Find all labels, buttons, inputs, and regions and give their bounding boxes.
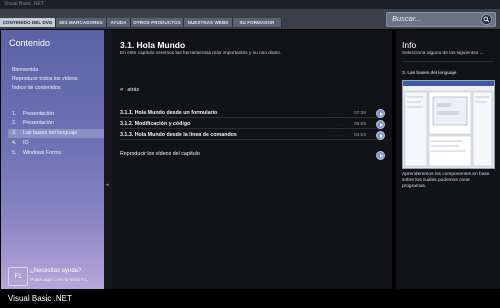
page-description: En este capítulo veremos las herramienta… xyxy=(120,51,282,56)
footer-title: Visual Basic .NET xyxy=(8,294,72,303)
top-navbar: CONTENIDO DEL DVD MIS MARCADORES AYUDA O… xyxy=(0,9,500,29)
tab-otros-productos[interactable]: OTROS PRODUCTOS xyxy=(131,18,184,27)
video-row[interactable]: 3.1.2. Modificación y código ······ 06:0… xyxy=(120,120,385,129)
info-subtitle: Selecciona alguna de las siguientes ... xyxy=(402,51,484,56)
page-title: 3.1. Hola Mundo xyxy=(120,40,186,50)
row-dots: ······ xyxy=(332,111,343,116)
video-duration: 06:05 xyxy=(354,121,367,127)
window-title: Visual Basic .NET xyxy=(4,1,44,7)
help-title[interactable]: ¿Necesitas ayuda? xyxy=(30,268,81,274)
video-duration: 07:38 xyxy=(354,110,367,116)
video-row[interactable]: 3.1.1. Hola Mundo desde un formulario ··… xyxy=(120,109,385,118)
chapter-number: 1. xyxy=(12,111,17,117)
video-title[interactable]: 3.1.2. Modificación y código xyxy=(120,121,190,127)
sidebar-chapter-3[interactable]: Las bases del lenguaje xyxy=(23,130,77,136)
row-dots: ······ xyxy=(332,133,343,138)
chapter-number: 5. xyxy=(12,150,17,156)
search-placeholder: Buscar... xyxy=(392,14,422,23)
video-row[interactable]: 3.1.3. Hola Mundo desde la línea de coma… xyxy=(120,131,385,140)
play-icon[interactable] xyxy=(376,109,385,118)
footer-bar: Visual Basic .NET xyxy=(0,289,500,308)
info-divider xyxy=(402,61,494,62)
sidebar-chapter-2[interactable]: Presentación xyxy=(23,120,54,126)
chapter-number: 2. xyxy=(12,120,17,126)
tab-contenido-dvd[interactable]: CONTENIDO DEL DVD xyxy=(0,18,56,27)
sidebar-link-bienvenida[interactable]: Bienvenida xyxy=(12,67,38,73)
tab-su-formador[interactable]: SU FORMADOR xyxy=(233,18,282,27)
play-chapter-icon[interactable] xyxy=(376,151,385,160)
tab-nuestras-webs[interactable]: NUESTRAS WEBS xyxy=(184,18,233,27)
back-label: atrás xyxy=(127,87,140,93)
thumbnail-screenshot-image xyxy=(403,81,494,168)
search-icon[interactable] xyxy=(481,14,492,25)
help-f1-key[interactable]: F1 xyxy=(8,267,28,286)
tab-ayuda[interactable]: AYUDA xyxy=(107,18,131,27)
info-description: Aprenderemos los componentes en base sob… xyxy=(402,172,490,189)
sidebar-title: Contenido xyxy=(9,38,51,48)
tab-mis-marcadores[interactable]: MIS MARCADORES xyxy=(56,18,107,27)
sidebar-chapter-5[interactable]: Windows Forms xyxy=(23,150,61,156)
video-thumbnail[interactable] xyxy=(402,80,495,169)
sidebar-link-reproducir-todos[interactable]: Reproducir todos los vídeos xyxy=(12,76,78,82)
collapse-arrow-icon[interactable]: ◂ xyxy=(106,182,109,188)
row-dots: ······ xyxy=(332,122,343,127)
chapter-number: 4. xyxy=(12,140,17,146)
play-icon[interactable] xyxy=(376,120,385,129)
search-input[interactable]: Buscar... xyxy=(386,12,496,27)
sidebar-chapter-1[interactable]: Presentación xyxy=(23,111,54,117)
video-title[interactable]: 3.1.1. Hola Mundo desde un formulario xyxy=(120,110,217,116)
back-link[interactable]: «atrás xyxy=(120,87,139,93)
sidebar-chapter-4[interactable]: IO xyxy=(23,140,29,146)
sidebar-link-indice[interactable]: Índice de contenidos xyxy=(12,85,61,91)
video-duration: 04:53 xyxy=(354,132,367,138)
main-panel: 3.1. Hola Mundo En este capítulo veremos… xyxy=(112,30,392,289)
sidebar: Contenido Bienvenida Reproducir todos lo… xyxy=(1,30,104,289)
chapter-number: 3. xyxy=(12,130,17,136)
play-icon[interactable] xyxy=(376,131,385,140)
info-caption: 3. Las bases del lenguaje xyxy=(402,71,457,76)
play-chapter-link[interactable]: Reproducir los vídeos del capítulo xyxy=(120,151,200,157)
sidebar-collapse-strip[interactable]: ◂ xyxy=(104,30,112,289)
back-arrow-icon: « xyxy=(120,87,124,93)
window-titlebar: Visual Basic .NET xyxy=(0,0,500,9)
help-subtitle[interactable]: Pulsa aquí o en la tecla F1. xyxy=(30,278,88,283)
info-panel: Info Selecciona alguna de las siguientes… xyxy=(396,30,500,289)
video-title[interactable]: 3.1.3. Hola Mundo desde la línea de coma… xyxy=(120,132,237,138)
info-title: Info xyxy=(402,40,417,50)
